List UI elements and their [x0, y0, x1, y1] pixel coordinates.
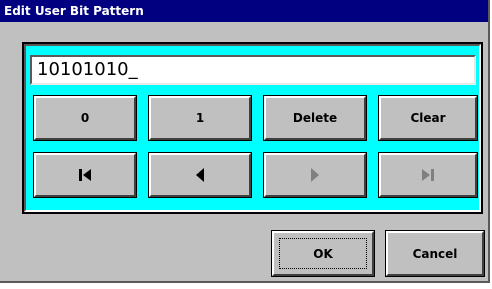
ok-button-label: OK	[313, 246, 333, 261]
edit-bit-pattern-dialog: Edit User Bit Pattern 10101010_ 0 1 Dele…	[0, 0, 490, 283]
move-right-button[interactable]	[263, 152, 367, 198]
arrow-left-icon	[194, 167, 206, 183]
delete-button[interactable]: Delete	[263, 95, 367, 141]
first-position-button[interactable]	[33, 152, 137, 198]
clear-button[interactable]: Clear	[378, 95, 478, 141]
cancel-button[interactable]: Cancel	[385, 230, 485, 277]
jump-to-end-icon	[420, 167, 436, 183]
last-position-button[interactable]	[378, 152, 478, 198]
dialog-title: Edit User Bit Pattern	[0, 0, 488, 22]
zero-button[interactable]: 0	[33, 95, 137, 141]
bit-pattern-input[interactable]: 10101010_	[30, 55, 476, 85]
ok-button[interactable]: OK	[271, 230, 375, 277]
arrow-right-icon	[309, 167, 321, 183]
move-left-button[interactable]	[148, 152, 252, 198]
one-button[interactable]: 1	[148, 95, 252, 141]
jump-to-start-icon	[77, 167, 93, 183]
